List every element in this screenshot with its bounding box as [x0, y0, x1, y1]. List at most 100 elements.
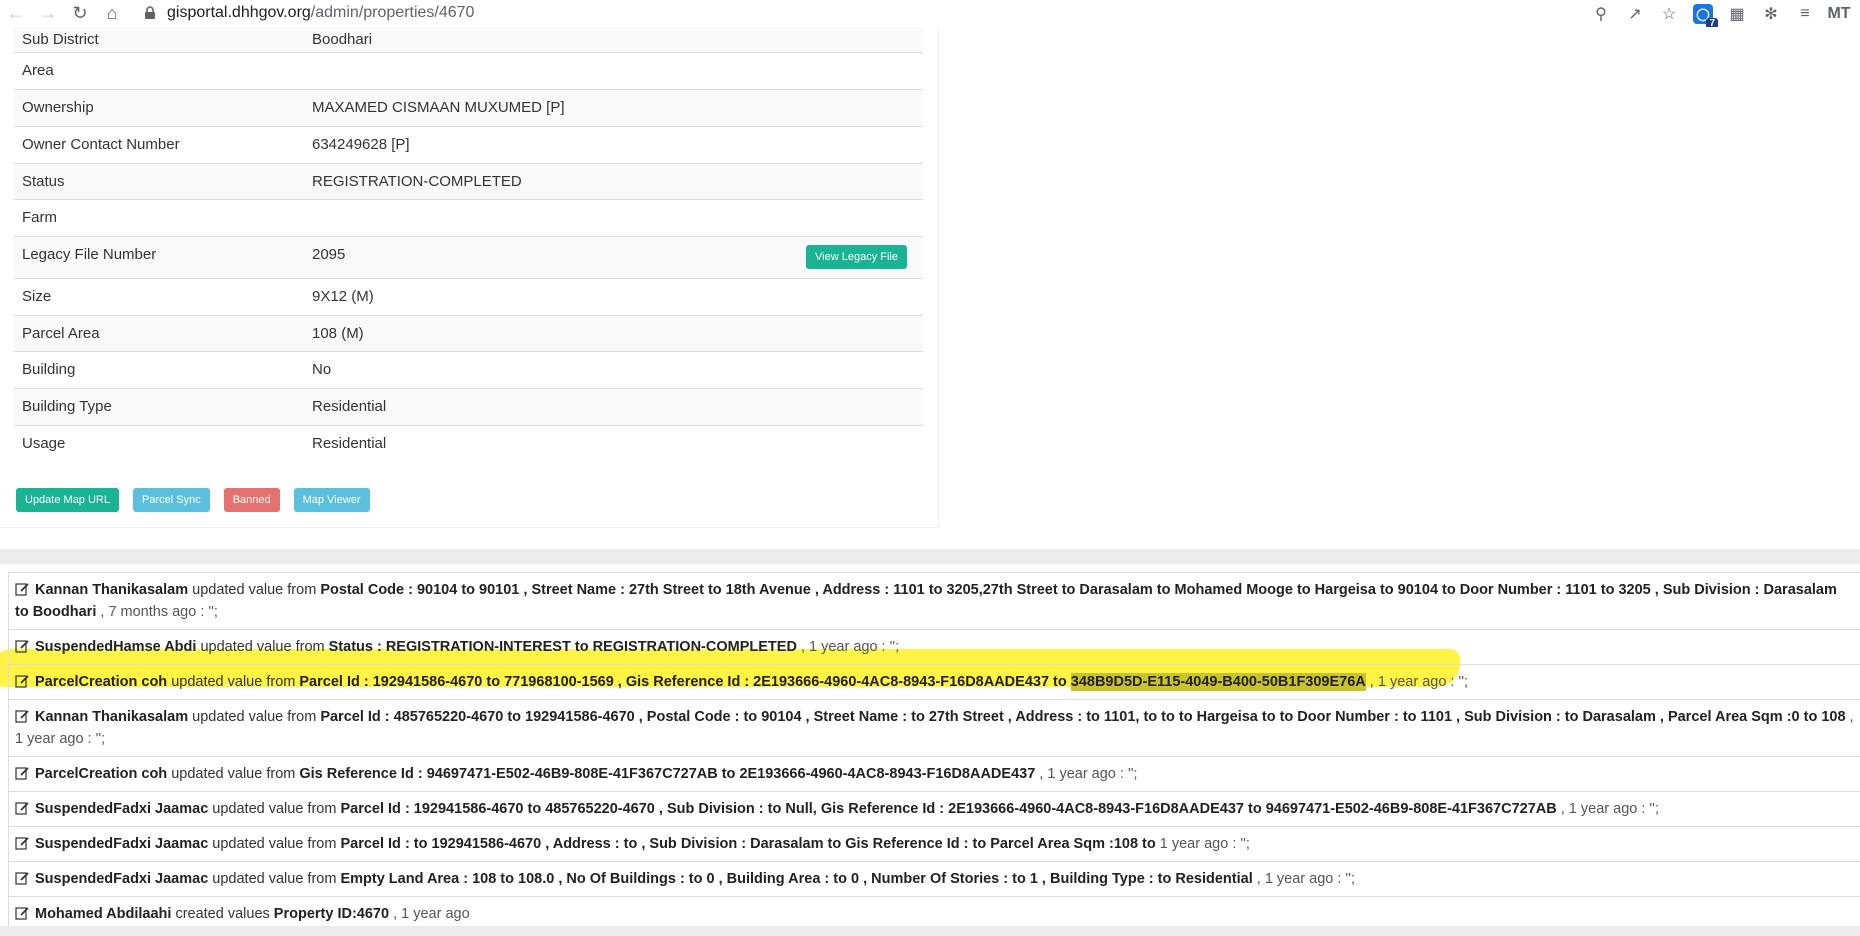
banned-button[interactable]: Banned	[223, 488, 280, 512]
profile-avatar[interactable]: MT	[1822, 0, 1860, 27]
label-owner-contact: Owner Contact Number	[22, 136, 180, 153]
browser-toolbar: ← → ↻ ⌂ gisportal.dhhgov.org/admin/prope…	[0, 0, 1860, 29]
row-legacy-file: Legacy File Number 2095 View Legacy File	[14, 236, 923, 278]
value-parcel-area: 108 (M)	[312, 324, 364, 342]
log-item: SuspendedFadxi Jaamac updated value from…	[8, 827, 1860, 862]
row-status: Status REGISTRATION-COMPLETED	[14, 163, 923, 199]
row-size: Size 9X12 (M)	[14, 278, 923, 315]
label-parcel-area: Parcel Area	[22, 324, 100, 342]
log-user: Mohamed Abdilaahi	[35, 906, 172, 922]
log-item: SuspendedFadxi Jaamac updated value from…	[8, 792, 1860, 827]
value-sub-district: Boodhari	[312, 30, 373, 48]
row-area: Area	[14, 52, 923, 89]
label-status: Status	[22, 172, 65, 190]
log-item: SuspendedFadxi Jaamac updated value from…	[8, 862, 1860, 897]
edit-icon	[15, 802, 29, 815]
row-building: Building No	[14, 351, 923, 388]
zoom-icon[interactable]: ⚲	[1584, 0, 1618, 27]
update-map-url-button[interactable]: Update Map URL	[16, 488, 119, 512]
log-detail: Parcel Id : 192941586-4670 to 485765220-…	[340, 801, 1557, 817]
edit-icon	[15, 837, 29, 850]
parcel-sync-button[interactable]: Parcel Sync	[133, 488, 210, 512]
map-viewer-button[interactable]: Map Viewer	[293, 488, 370, 512]
reload-icon[interactable]: ↻	[64, 0, 96, 27]
log-user: Kannan Thanikasalam	[35, 582, 189, 598]
section-divider	[0, 549, 1860, 564]
url-path: /admin/properties/4670	[310, 4, 475, 21]
log-detail: Parcel Id : 192941586-4670 to 771968100-…	[299, 674, 1071, 690]
log-time: , 1 year ago : '';	[796, 639, 900, 655]
url-host: gisportal.dhhgov.org	[167, 4, 311, 21]
property-panel: Sub District Boodhari Area Ownership MAXAM…	[0, 27, 1860, 550]
footer-band	[0, 926, 1860, 936]
value-building-type: Residential	[312, 398, 387, 415]
label-ownership: Ownership	[22, 99, 94, 116]
label-usage: Usage	[22, 434, 66, 452]
puzzle-extensions-icon[interactable]: ✻	[1754, 0, 1788, 27]
log-user: ParcelCreation coh	[35, 674, 168, 690]
row-sub-district: Sub District Boodhari	[14, 27, 923, 52]
log-verb: updated value from	[188, 582, 321, 598]
value-legacy-file: 2095	[312, 245, 346, 263]
home-icon[interactable]: ⌂	[96, 0, 128, 27]
label-building: Building	[22, 361, 76, 378]
log-user: SuspendedFadxi Jaamac	[35, 801, 209, 817]
label-size: Size	[22, 288, 52, 305]
value-area	[304, 52, 923, 89]
lock-icon	[145, 6, 155, 19]
log-verb: created values	[171, 906, 274, 922]
edit-icon	[15, 675, 29, 688]
log-detail: Empty Land Area : 108 to 108.0 , No Of B…	[340, 871, 1253, 887]
log-time: 1 year ago : '';	[1155, 836, 1250, 852]
edit-icon	[15, 872, 29, 885]
view-legacy-file-button[interactable]: View Legacy File	[806, 244, 907, 269]
activity-log: Kannan Thanikasalam updated value from P…	[8, 572, 1860, 932]
log-item: ParcelCreation coh updated value from Gi…	[8, 757, 1860, 792]
log-item: Kannan Thanikasalam updated value from P…	[8, 700, 1860, 757]
log-time: , 1 year ago : '';	[1556, 801, 1659, 817]
row-building-type: Building Type Residential	[14, 388, 923, 425]
row-usage: Usage Residential	[14, 425, 923, 461]
log-user: Kannan Thanikasalam	[35, 709, 189, 725]
value-legacy-file-cell: 2095 View Legacy File	[304, 236, 923, 278]
edit-icon	[15, 640, 29, 653]
log-verb: updated value from	[167, 674, 300, 690]
edit-icon	[15, 710, 29, 723]
bookmark-star-icon[interactable]: ☆	[1652, 0, 1686, 27]
log-user: SuspendedFadxi Jaamac	[35, 836, 209, 852]
label-legacy-file: Legacy File Number	[22, 245, 157, 263]
log-item-highlighted: ParcelCreation coh updated value from Pa…	[8, 665, 1860, 700]
row-owner-contact: Owner Contact Number 634249628 [P]	[14, 126, 923, 163]
value-status: REGISTRATION-COMPLETED	[312, 172, 522, 190]
value-size: 9X12 (M)	[312, 288, 374, 305]
log-time: , 1 year ago	[389, 906, 470, 922]
property-details-box: Sub District Boodhari Area Ownership MAXAM…	[0, 27, 939, 528]
back-icon[interactable]: ←	[0, 0, 32, 27]
qr-code-icon[interactable]: ▦	[1720, 0, 1754, 27]
log-verb: updated value from	[196, 639, 329, 655]
log-item: SuspendedHamse Abdi updated value from S…	[8, 630, 1860, 665]
url-text: gisportal.dhhgov.org/admin/properties/46…	[167, 4, 474, 22]
log-user: SuspendedFadxi Jaamac	[35, 871, 209, 887]
address-bar[interactable]: gisportal.dhhgov.org/admin/properties/46…	[143, 0, 1703, 26]
forward-icon[interactable]: →	[32, 0, 64, 27]
extension-button[interactable]: ◯ 7	[1686, 0, 1720, 29]
log-verb: updated value from	[208, 836, 341, 852]
reading-list-icon[interactable]: ≡	[1788, 0, 1822, 27]
edit-icon	[15, 907, 29, 920]
log-detail: Parcel Id : 485765220-4670 to 192941586-…	[320, 709, 1846, 725]
value-owner-contact: 634249628 [P]	[312, 136, 410, 153]
log-verb: updated value from	[167, 766, 300, 782]
property-actions: Update Map URL Parcel Sync Banned Map Vi…	[16, 488, 370, 512]
log-detail: Property ID:4670	[273, 906, 390, 922]
extension-icon: ◯ 7	[1693, 3, 1718, 29]
value-ownership: MAXAMED CISMAAN MUXUMED [P]	[312, 99, 565, 116]
share-icon[interactable]: ↗	[1618, 0, 1652, 27]
edit-icon	[15, 767, 29, 780]
log-detail: Gis Reference Id : 94697471-E502-46B9-80…	[299, 766, 1036, 782]
label-area: Area	[22, 62, 54, 79]
label-sub-district: Sub District	[22, 30, 99, 48]
log-verb: updated value from	[208, 801, 341, 817]
row-parcel-area: Parcel Area 108 (M)	[14, 315, 923, 351]
log-verb: updated value from	[188, 709, 321, 725]
